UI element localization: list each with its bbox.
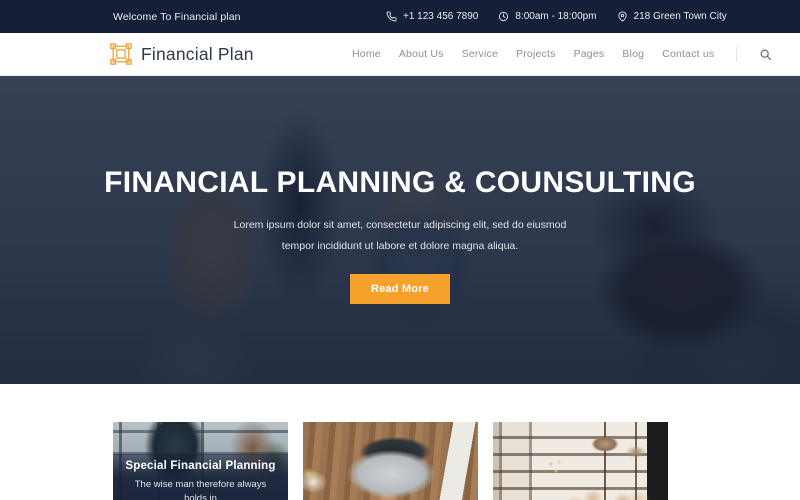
phone-number: +1 123 456 7890 <box>403 11 479 22</box>
card-1-body: Special Financial Planning The wise man … <box>113 460 288 500</box>
hero-subtitle-line-1: Lorem ipsum dolor sit amet, consectetur … <box>233 219 567 231</box>
feature-card-2[interactable] <box>303 422 478 500</box>
nav-item-service[interactable]: Service <box>462 48 498 60</box>
cards-row: Special Financial Planning The wise man … <box>113 422 668 500</box>
main-navigation: Home About Us Service Projects Pages Blo… <box>352 46 773 62</box>
nav-divider <box>736 46 738 62</box>
read-more-button[interactable]: Read More <box>349 274 451 304</box>
brand-logo[interactable]: Financial Plan <box>110 43 254 65</box>
card-3-photo <box>493 422 668 500</box>
hero-content: FINANCIAL PLANNING & COUNSULTING Lorem i… <box>0 76 800 384</box>
site-header: Financial Plan Home About Us Service Pro… <box>0 33 800 76</box>
hours-info: 8:00am - 18:00pm <box>498 11 597 22</box>
nav-item-projects[interactable]: Projects <box>516 48 556 60</box>
welcome-text: Welcome To Financial plan <box>113 10 241 23</box>
hero-subtitle: Lorem ipsum dolor sit amet, consectetur … <box>234 215 567 257</box>
hero-title: FINANCIAL PLANNING & COUNSULTING <box>104 166 696 199</box>
hero-banner: FINANCIAL PLANNING & COUNSULTING Lorem i… <box>0 76 800 384</box>
card-2-photo <box>303 422 478 500</box>
top-info-bar: Welcome To Financial plan +1 123 456 789… <box>0 0 800 33</box>
nav-item-about-us[interactable]: About Us <box>399 48 444 60</box>
hero-subtitle-line-2: tempor incididunt ut labore et dolore ma… <box>281 240 519 252</box>
clock-icon <box>498 11 509 22</box>
feature-card-3[interactable] <box>493 422 668 500</box>
nav-item-home[interactable]: Home <box>352 48 381 60</box>
card-1-text: The wise man therefore always holds in <box>134 478 267 500</box>
topbar-contact-group: +1 123 456 7890 8:00am - 18:00pm 218 Gre… <box>386 11 727 22</box>
phone-info: +1 123 456 7890 <box>386 11 478 22</box>
nav-item-pages[interactable]: Pages <box>574 48 605 60</box>
search-icon[interactable] <box>757 46 773 62</box>
phone-icon <box>386 11 397 22</box>
feature-cards-section: Special Financial Planning The wise man … <box>0 384 800 500</box>
nav-item-contact-us[interactable]: Contact us <box>662 48 714 60</box>
hours-text: 8:00am - 18:00pm <box>515 11 597 22</box>
card-1-title: Special Financial Planning <box>125 459 276 472</box>
address-info: 218 Green Town City <box>617 11 727 22</box>
map-pin-icon <box>617 11 628 22</box>
feature-card-1[interactable]: Special Financial Planning The wise man … <box>113 422 288 500</box>
address-text: 218 Green Town City <box>633 11 727 22</box>
brand-name: Financial Plan <box>141 43 254 64</box>
nav-item-blog[interactable]: Blog <box>622 48 644 60</box>
logo-frame-icon <box>110 43 132 65</box>
